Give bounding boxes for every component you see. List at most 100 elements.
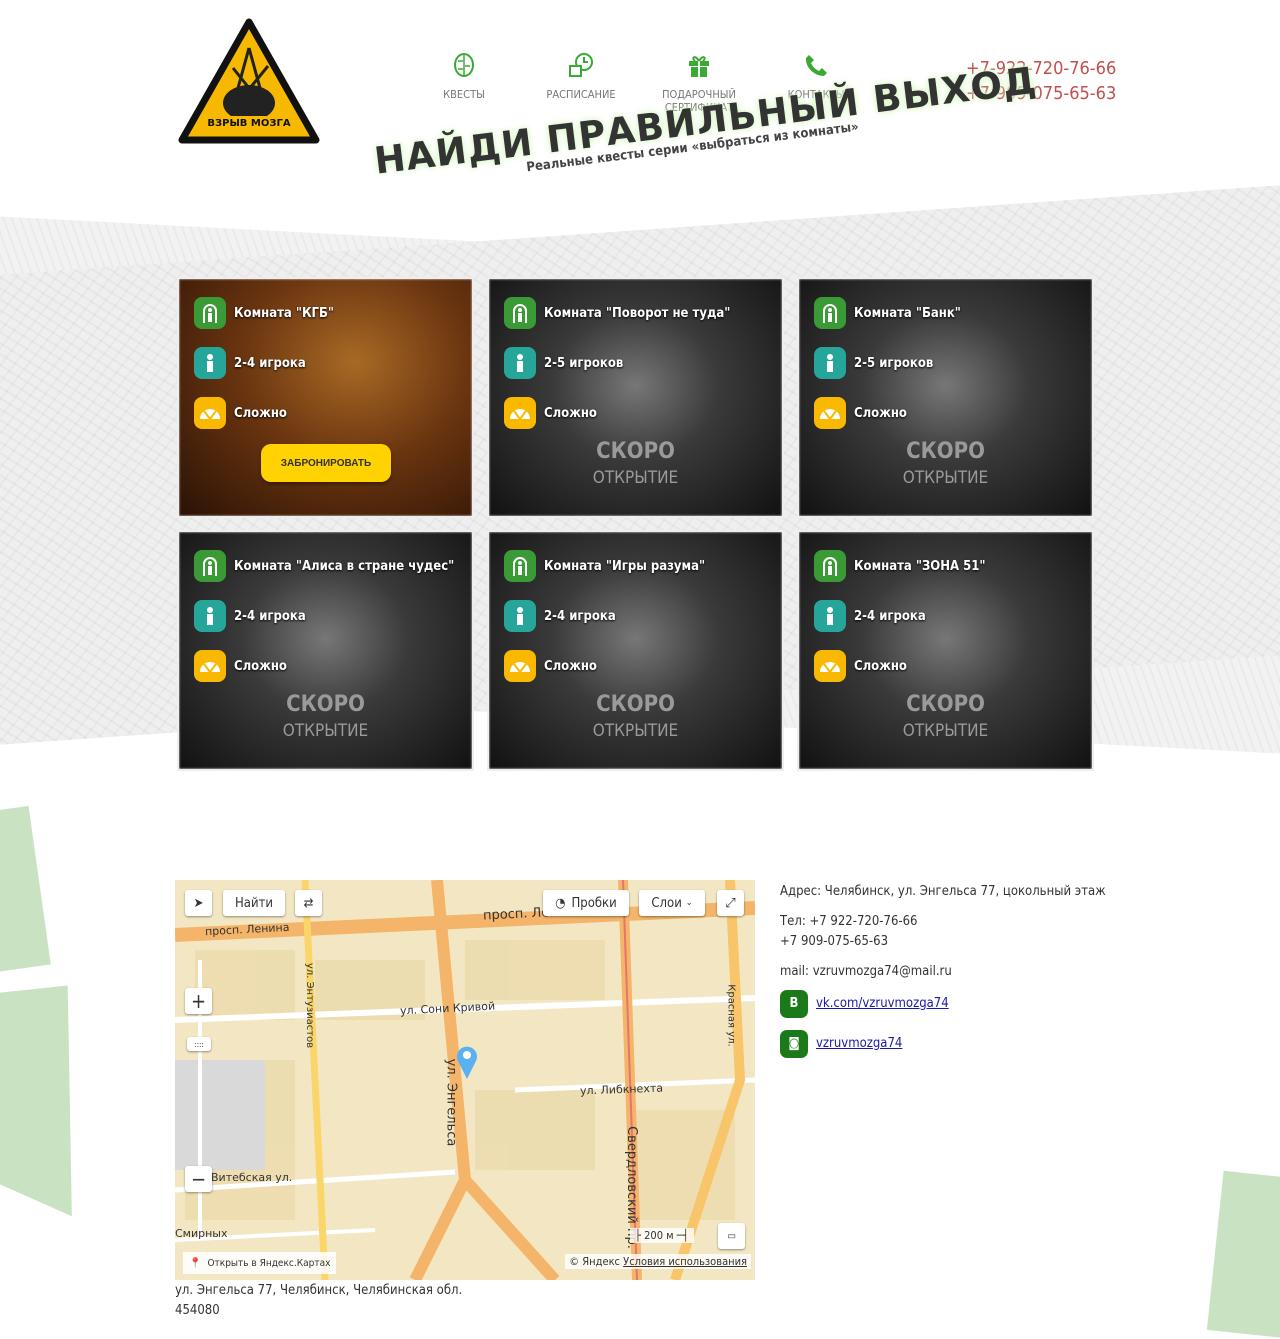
quest-card[interactable]: Комната "Игры разума" 2-4 игрока Сложно С… xyxy=(487,530,784,771)
decor-shape xyxy=(1206,1170,1280,1339)
address-line: ул. Энгельса 77, Челябинск, Челябинская … xyxy=(175,1283,463,1298)
difficulty-icon xyxy=(504,397,536,429)
logo[interactable]: ВЗРЫВ МОЗГА xyxy=(178,18,320,144)
copyright-text: © Яндекс xyxy=(569,1255,620,1268)
contact-email: mail: vzruvmozga74@mail.ru xyxy=(780,964,952,979)
traffic-button[interactable]: ◔ Пробки xyxy=(543,890,629,916)
players-icon xyxy=(827,607,833,625)
soon-line2: ОТКРЫТИЕ xyxy=(902,721,989,741)
quest-players: 2-4 игрока xyxy=(234,608,306,624)
contact-phone: +7 909-075-65-63 xyxy=(780,934,889,949)
quest-card[interactable]: Комната "Банк" 2-5 игроков Сложно СКОРО ОТ… xyxy=(797,277,1094,518)
nav-schedule[interactable]: РАСПИСАНИЕ xyxy=(526,52,636,101)
players-icon xyxy=(517,354,523,372)
arrow-icon: ➤ xyxy=(193,895,204,911)
nav-label: КВЕСТЫ xyxy=(443,88,485,101)
route-button[interactable]: ⇄ xyxy=(295,890,322,916)
street-label: Витебская ул. xyxy=(211,1171,293,1184)
soon-line1: СКОРО xyxy=(906,692,985,717)
escape-icon xyxy=(194,297,226,329)
soon-line2: ОТКРЫТИЕ xyxy=(592,721,679,741)
quest-players: 2-4 игрока xyxy=(234,355,306,371)
players-icon xyxy=(827,354,833,372)
quest-card[interactable]: Комната "Поворот не туда" 2-5 игроков Сл… xyxy=(487,277,784,518)
quest-name: Комната "Банк" xyxy=(854,305,961,321)
quest-difficulty: Сложно xyxy=(544,405,597,421)
open-label: Открыть в Яндекс.Картах xyxy=(207,1257,331,1269)
quest-name: Комната "Алиса в стране чудес" xyxy=(234,558,455,574)
chevron-down-icon: ⌄ xyxy=(685,898,693,908)
coming-soon: СКОРО ОТКРЫТИЕ xyxy=(799,692,1092,744)
route-icon: ⇄ xyxy=(303,895,314,911)
gift-icon xyxy=(689,56,709,77)
quest-players: 2-5 игроков xyxy=(854,355,934,371)
difficulty-icon xyxy=(814,397,846,429)
players-icon xyxy=(517,607,523,625)
map-pin-icon xyxy=(457,1046,477,1079)
coming-soon: СКОРО ОТКРЫТИЕ xyxy=(799,439,1092,491)
quest-players: 2-4 игрока xyxy=(854,608,926,624)
geolocation-button[interactable]: ➤ xyxy=(185,890,212,916)
soon-line2: ОТКРЫТИЕ xyxy=(592,468,679,488)
zoom-in-button[interactable]: + xyxy=(185,988,212,1014)
coming-soon: СКОРО ОТКРЫТИЕ xyxy=(489,439,782,491)
contact-address: Адрес: Челябинск, ул. Энгельса 77, цокол… xyxy=(780,884,1106,899)
traffic-label: Пробки xyxy=(571,895,617,911)
svg-text:ВЗРЫВ МОЗГА: ВЗРЫВ МОЗГА xyxy=(207,118,290,129)
brain-icon xyxy=(454,53,474,77)
escape-icon xyxy=(814,550,846,582)
quest-card[interactable]: Комната "КГБ" 2-4 игрока Сложно ЗАБРОНИРО… xyxy=(177,277,474,518)
escape-icon xyxy=(504,550,536,582)
layers-button[interactable]: Слои ⌄ xyxy=(639,890,705,916)
instagram-link[interactable]: vzruvmozga74 xyxy=(816,1034,902,1054)
quest-name: Комната "ЗОНА 51" xyxy=(854,558,986,574)
quest-card[interactable]: Комната "ЗОНА 51" 2-4 игрока Сложно СКОРО… xyxy=(797,530,1094,771)
quest-difficulty: Сложно xyxy=(544,658,597,674)
decor-shape xyxy=(0,985,92,1224)
contact-phone: Тел: +7 922-720-76-66 xyxy=(780,914,918,929)
open-in-yandex-link[interactable]: 📍 Открыть в Яндекс.Картах xyxy=(183,1252,337,1274)
traffic-icon: ◔ xyxy=(555,895,566,911)
quest-difficulty: Сложно xyxy=(854,658,907,674)
soon-line1: СКОРО xyxy=(286,692,365,717)
quest-name: Комната "Поворот не туда" xyxy=(544,305,731,321)
quest-players: 2-4 игрока xyxy=(544,608,616,624)
yandex-map[interactable]: просп. Ленина просп. Ленина ул. Сони Кри… xyxy=(175,880,755,1280)
calendar-clock-icon xyxy=(569,53,593,77)
soon-line2: ОТКРЫТИЕ xyxy=(282,721,369,741)
ruler-button[interactable]: ▭ xyxy=(718,1223,745,1249)
difficulty-icon xyxy=(814,650,846,682)
quest-name: Комната "Игры разума" xyxy=(544,558,706,574)
expand-icon: ⤢ xyxy=(725,895,736,911)
quest-difficulty: Сложно xyxy=(234,405,287,421)
nav-quests[interactable]: КВЕСТЫ xyxy=(409,52,519,101)
quest-difficulty: Сложно xyxy=(854,405,907,421)
map-scale: ├ 200 м ─┤ xyxy=(630,1228,694,1243)
terms-link[interactable]: Условия использования xyxy=(623,1255,747,1268)
difficulty-icon xyxy=(194,650,226,682)
quest-card[interactable]: Комната "Алиса в стране чудес" 2-4 игрок… xyxy=(177,530,474,771)
escape-icon xyxy=(194,550,226,582)
postal-code: 454080 xyxy=(175,1303,220,1318)
street-label: Смирных xyxy=(175,1227,228,1240)
players-icon xyxy=(207,607,213,625)
book-button[interactable]: ЗАБРОНИРОВАТЬ xyxy=(261,444,391,482)
soon-line1: СКОРО xyxy=(596,439,675,464)
find-button[interactable]: Найти xyxy=(223,890,285,916)
coming-soon: СКОРО ОТКРЫТИЕ xyxy=(179,692,472,744)
quest-players: 2-5 игроков xyxy=(544,355,624,371)
pin-icon: 📍 xyxy=(189,1257,202,1269)
escape-icon xyxy=(814,297,846,329)
soon-line1: СКОРО xyxy=(596,692,675,717)
difficulty-icon xyxy=(194,397,226,429)
fullscreen-button[interactable]: ⤢ xyxy=(717,890,744,916)
vk-link[interactable]: vk.com/vzruvmozga74 xyxy=(816,994,949,1014)
coming-soon: СКОРО ОТКРЫТИЕ xyxy=(489,692,782,744)
scale-label: 200 м xyxy=(644,1229,674,1242)
quest-name: Комната "КГБ" xyxy=(234,305,334,321)
zoom-slider-handle[interactable]: :::: xyxy=(187,1037,211,1051)
phone-icon xyxy=(805,55,827,76)
map-copyright: © Яндекс Условия использования xyxy=(565,1254,751,1269)
street-label: Красная ул. xyxy=(725,984,737,1047)
zoom-out-button[interactable]: − xyxy=(185,1166,212,1192)
